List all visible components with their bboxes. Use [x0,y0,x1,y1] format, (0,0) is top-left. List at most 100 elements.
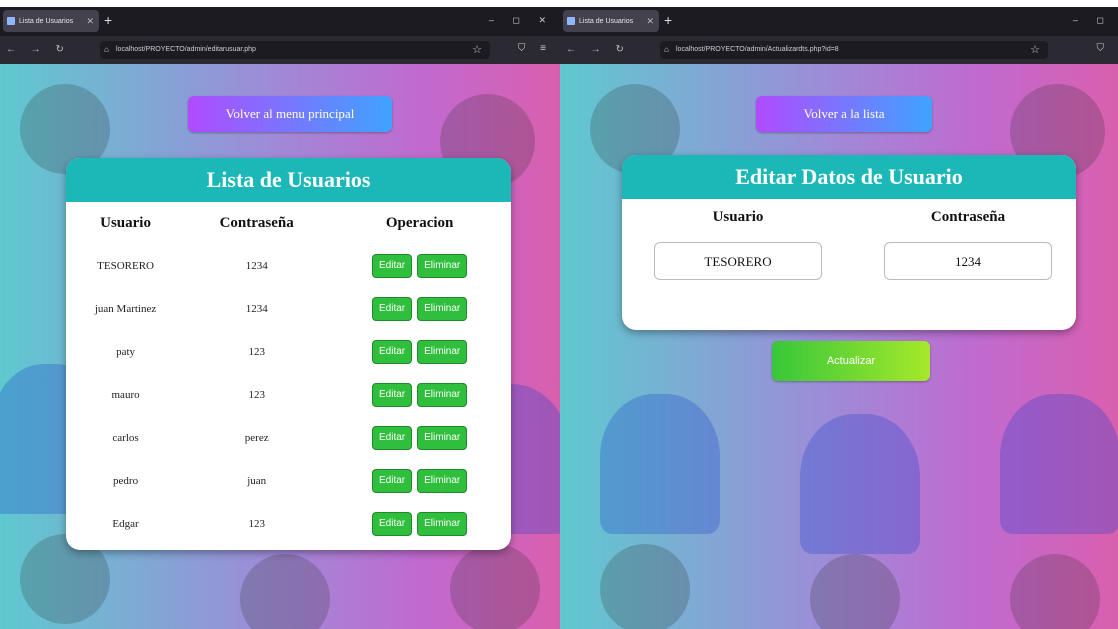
cell-usuario: pedro [113,474,139,487]
edit-button[interactable]: Editar [372,253,413,278]
cell-usuario: carlos [112,431,139,444]
close-tab-icon[interactable]: ✕ [86,16,94,27]
usuario-input[interactable]: TESORERO [654,242,822,280]
table-row: carlos perez Editar Eliminar [66,416,511,459]
toolbar-icons[interactable]: ⛉ ≡ [518,43,552,54]
window-controls[interactable]: – ◻ ✕ [489,15,554,26]
tab-title: Lista de Usuarios [19,17,74,25]
update-button-label: Actualizar [826,355,876,367]
back-to-list-label: Volver a la lista [803,106,885,121]
browser-window-left: Lista de Usuarios ✕ + – ◻ ✕ ← → ↻ ⌂ loca… [0,0,560,629]
nav-bar: ← → ↻ ⌂ localhost/PROYECTO/admin/editaru… [0,36,560,64]
cell-password: 123 [248,388,265,401]
delete-button[interactable]: Eliminar [417,253,468,278]
bookmark-star-icon[interactable]: ☆ [1030,43,1040,56]
table-header-row: Usuario Contraseña Operacion [66,202,511,244]
cell-operations: Editar Eliminar [328,459,511,502]
cell-operations: Editar Eliminar [328,287,511,330]
close-tab-icon[interactable]: ✕ [646,16,654,27]
url-text: localhost/PROYECTO/admin/editarusuar.php [116,46,256,53]
avatar-decoration-icon [1010,554,1100,629]
edit-button[interactable]: Editar [372,296,413,321]
users-list-card: Lista de Usuarios Usuario Contraseña Ope… [66,158,511,550]
window-controls[interactable]: – ◻ [1073,15,1112,26]
nav-buttons[interactable]: ← → ↻ [6,44,70,55]
avatar-decoration-icon [450,544,540,629]
browser-window-right: Lista de Usuarios ✕ + – ◻ ← → ↻ ⌂ localh… [560,0,1118,629]
cell-password: perez [244,431,269,444]
cell-usuario: juan Martinez [94,302,157,315]
table-row: pedro juan Editar Eliminar [66,459,511,502]
avatar-decoration-icon [600,394,720,534]
column-header-contrasena: Contraseña [219,214,294,231]
table-row: Edgar 123 Editar Eliminar [66,502,511,545]
cell-usuario: Edgar [112,517,139,530]
users-table: Usuario Contraseña Operacion TESORERO 12… [66,202,511,545]
card-title: Lista de Usuarios [66,158,511,202]
cell-operations: Editar Eliminar [328,373,511,416]
cell-operations: Editar Eliminar [328,330,511,373]
update-button[interactable]: Actualizar [772,341,930,381]
cell-operations: Editar Eliminar [328,416,511,459]
tab-bar: Lista de Usuarios ✕ + – ◻ [560,7,1118,36]
usuario-label: Usuario [712,209,764,225]
delete-button[interactable]: Eliminar [417,296,468,321]
back-to-list-button[interactable]: Volver a la lista [756,96,932,132]
edit-button[interactable]: Editar [372,382,413,407]
avatar-decoration-icon [810,554,900,629]
page-info-icon[interactable]: ⌂ [104,41,109,59]
tab-lista-usuarios[interactable]: Lista de Usuarios ✕ [3,10,99,32]
column-header-usuario: Usuario [100,214,151,231]
back-to-main-menu-button[interactable]: Volver al menu principal [188,96,392,132]
page-info-icon[interactable]: ⌂ [664,41,669,59]
edit-button[interactable]: Editar [372,511,413,536]
delete-button[interactable]: Eliminar [417,468,468,493]
nav-buttons[interactable]: ← → ↻ [566,44,630,55]
delete-button[interactable]: Eliminar [417,511,468,536]
cell-password: 1234 [245,302,268,315]
delete-button[interactable]: Eliminar [417,382,468,407]
avatar-decoration-icon [1000,394,1118,534]
cell-password: 123 [248,517,265,530]
tab-bar: Lista de Usuarios ✕ + – ◻ ✕ [0,7,560,36]
address-bar[interactable]: ⌂ localhost/PROYECTO/admin/Actualizardts… [660,41,1048,59]
avatar-decoration-icon [600,544,690,629]
favicon-icon [567,17,575,25]
delete-button[interactable]: Eliminar [417,425,468,450]
cell-usuario: TESORERO [97,259,154,272]
page-content: Volver al menu principal Lista de Usuari… [0,64,560,629]
edit-button[interactable]: Editar [372,468,413,493]
cell-password: 1234 [245,259,268,272]
avatar-decoration-icon [800,414,920,554]
table-row: juan Martinez 1234 Editar Eliminar [66,287,511,330]
toolbar-icons[interactable]: ⛉ [1097,43,1111,54]
cell-operations: Editar Eliminar [328,244,511,287]
tab-title: Lista de Usuarios [579,17,634,25]
table-row: TESORERO 1234 Editar Eliminar [66,244,511,287]
new-tab-icon[interactable]: + [664,12,672,28]
edit-button[interactable]: Editar [372,425,413,450]
delete-button[interactable]: Eliminar [417,339,468,364]
contrasena-label: Contraseña [930,209,1006,225]
cell-password: 123 [248,345,265,358]
column-header-operacion: Operacion [385,214,454,231]
cell-operations: Editar Eliminar [328,502,511,545]
table-row: mauro 123 Editar Eliminar [66,373,511,416]
cell-usuario: paty [116,345,136,358]
back-to-main-menu-label: Volver al menu principal [225,106,355,121]
avatar-decoration-icon [240,554,330,629]
edit-user-card: Editar Datos de Usuario Usuario Contrase… [622,155,1076,330]
cell-password: juan [247,474,267,487]
page-content: Volver a la lista Editar Datos de Usuari… [560,64,1118,629]
edit-button[interactable]: Editar [372,339,413,364]
address-bar[interactable]: ⌂ localhost/PROYECTO/admin/editarusuar.p… [100,41,490,59]
nav-bar: ← → ↻ ⌂ localhost/PROYECTO/admin/Actuali… [560,36,1118,64]
contrasena-input[interactable]: 1234 [884,242,1052,280]
favicon-icon [7,17,15,25]
url-text: localhost/PROYECTO/admin/Actualizardts.p… [676,46,839,53]
cell-usuario: mauro [111,388,140,401]
new-tab-icon[interactable]: + [104,12,112,28]
card-title: Editar Datos de Usuario [622,155,1076,199]
bookmark-star-icon[interactable]: ☆ [472,43,482,56]
tab-lista-usuarios[interactable]: Lista de Usuarios ✕ [563,10,659,32]
